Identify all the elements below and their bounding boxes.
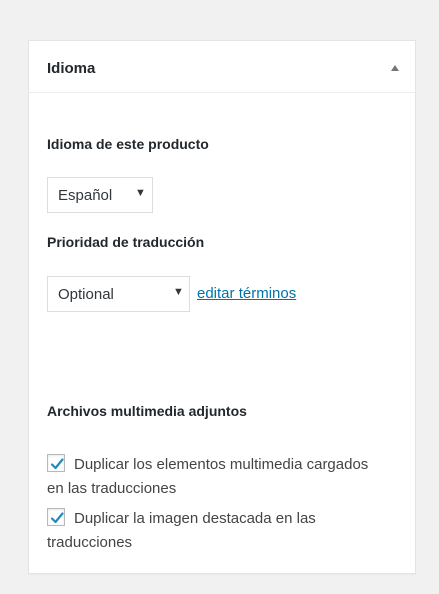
translation-priority-select[interactable]: Optional ▼ [47, 276, 190, 312]
metabox-title: Idioma [47, 60, 96, 77]
duplicate-media-option: Duplicar los elementos multimedia cargad… [47, 453, 387, 501]
product-language-label: Idioma de este producto [47, 136, 209, 152]
translation-priority-label: Prioridad de traducción [47, 234, 205, 250]
duplicate-featured-image-checkbox[interactable] [47, 508, 65, 526]
duplicate-media-text: Duplicar los elementos multimedia cargad… [47, 456, 369, 497]
media-attachments-label: Archivos multimedia adjuntos [47, 403, 247, 419]
dropdown-arrow-icon: ▼ [173, 286, 184, 298]
dropdown-arrow-icon: ▼ [135, 187, 146, 199]
translation-priority-value: Optional [58, 286, 114, 303]
checkmark-icon [50, 458, 64, 470]
edit-terms-link[interactable]: editar términos [197, 285, 296, 302]
product-language-select[interactable]: Español ▼ [47, 177, 153, 213]
duplicate-media-checkbox[interactable] [47, 454, 65, 472]
duplicate-featured-image-text: Duplicar la imagen destacada en las trad… [47, 510, 316, 551]
collapse-up-arrow-icon[interactable] [391, 65, 399, 71]
language-metabox: Idioma Idioma de este producto Español ▼… [28, 40, 416, 574]
metabox-header: Idioma [29, 41, 415, 93]
checkmark-icon [50, 512, 64, 524]
product-language-value: Español [58, 187, 113, 204]
duplicate-featured-image-option: Duplicar la imagen destacada en las trad… [47, 507, 387, 555]
